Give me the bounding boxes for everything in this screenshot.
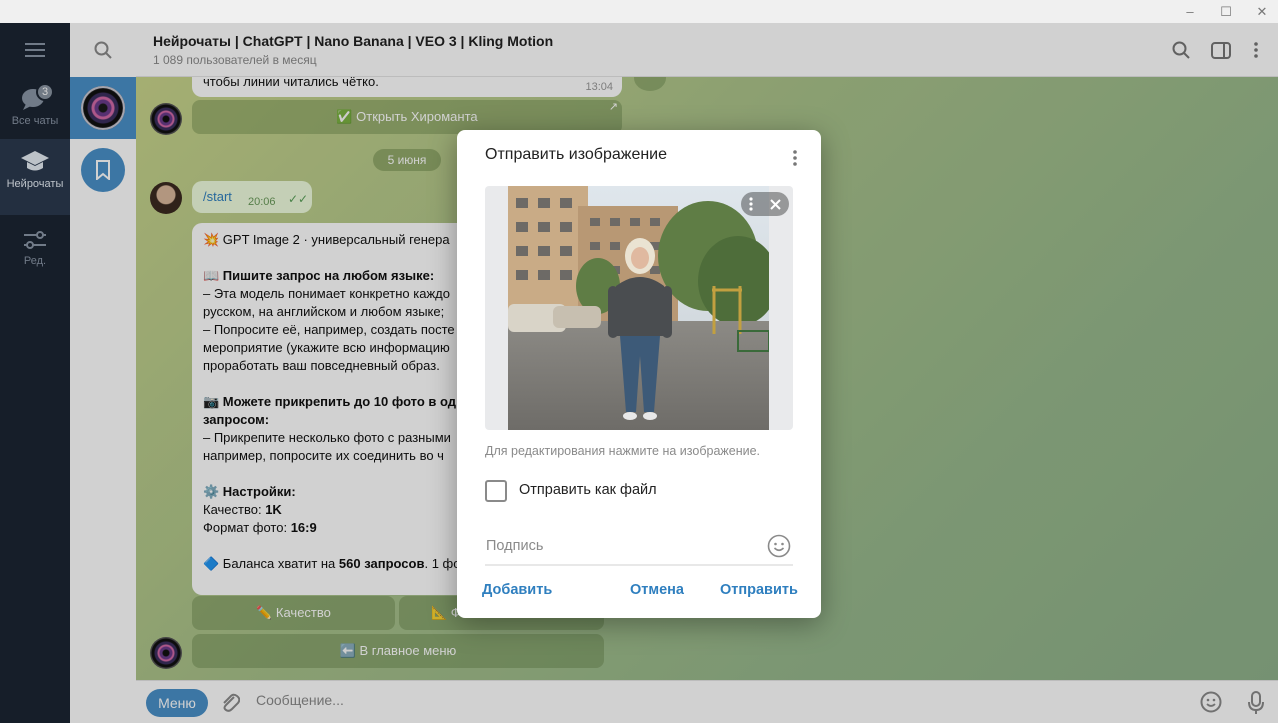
maximize-button[interactable]: ☐ (1208, 0, 1244, 23)
more-vertical-icon[interactable] (749, 197, 753, 211)
minimize-button[interactable]: – (1172, 0, 1208, 23)
preview-controls (741, 192, 789, 216)
edit-hint: Для редактирования нажмите на изображени… (485, 444, 761, 458)
dialog-title: Отправить изображение (485, 146, 668, 163)
caption-field[interactable]: Подпись (485, 530, 793, 566)
window-titlebar: – ☐ ✕ (0, 0, 1278, 23)
image-preview[interactable] (485, 186, 793, 430)
send-as-file-label[interactable]: Отправить как файл (519, 482, 657, 498)
photo-illustration (508, 186, 769, 430)
add-button[interactable]: Добавить (482, 582, 552, 598)
send-as-file-checkbox[interactable] (485, 480, 507, 502)
close-button[interactable]: ✕ (1244, 0, 1278, 23)
send-button[interactable]: Отправить (720, 582, 798, 598)
photo-preview[interactable] (508, 186, 769, 430)
emoji-icon[interactable] (767, 534, 791, 558)
close-icon[interactable] (770, 198, 781, 210)
caption-placeholder: Подпись (486, 538, 544, 554)
send-image-dialog: Отправить изображение Для редактирования… (457, 130, 821, 618)
dialog-more-button[interactable] (787, 148, 803, 168)
more-vertical-icon (793, 150, 797, 166)
cancel-button[interactable]: Отмена (630, 582, 684, 598)
